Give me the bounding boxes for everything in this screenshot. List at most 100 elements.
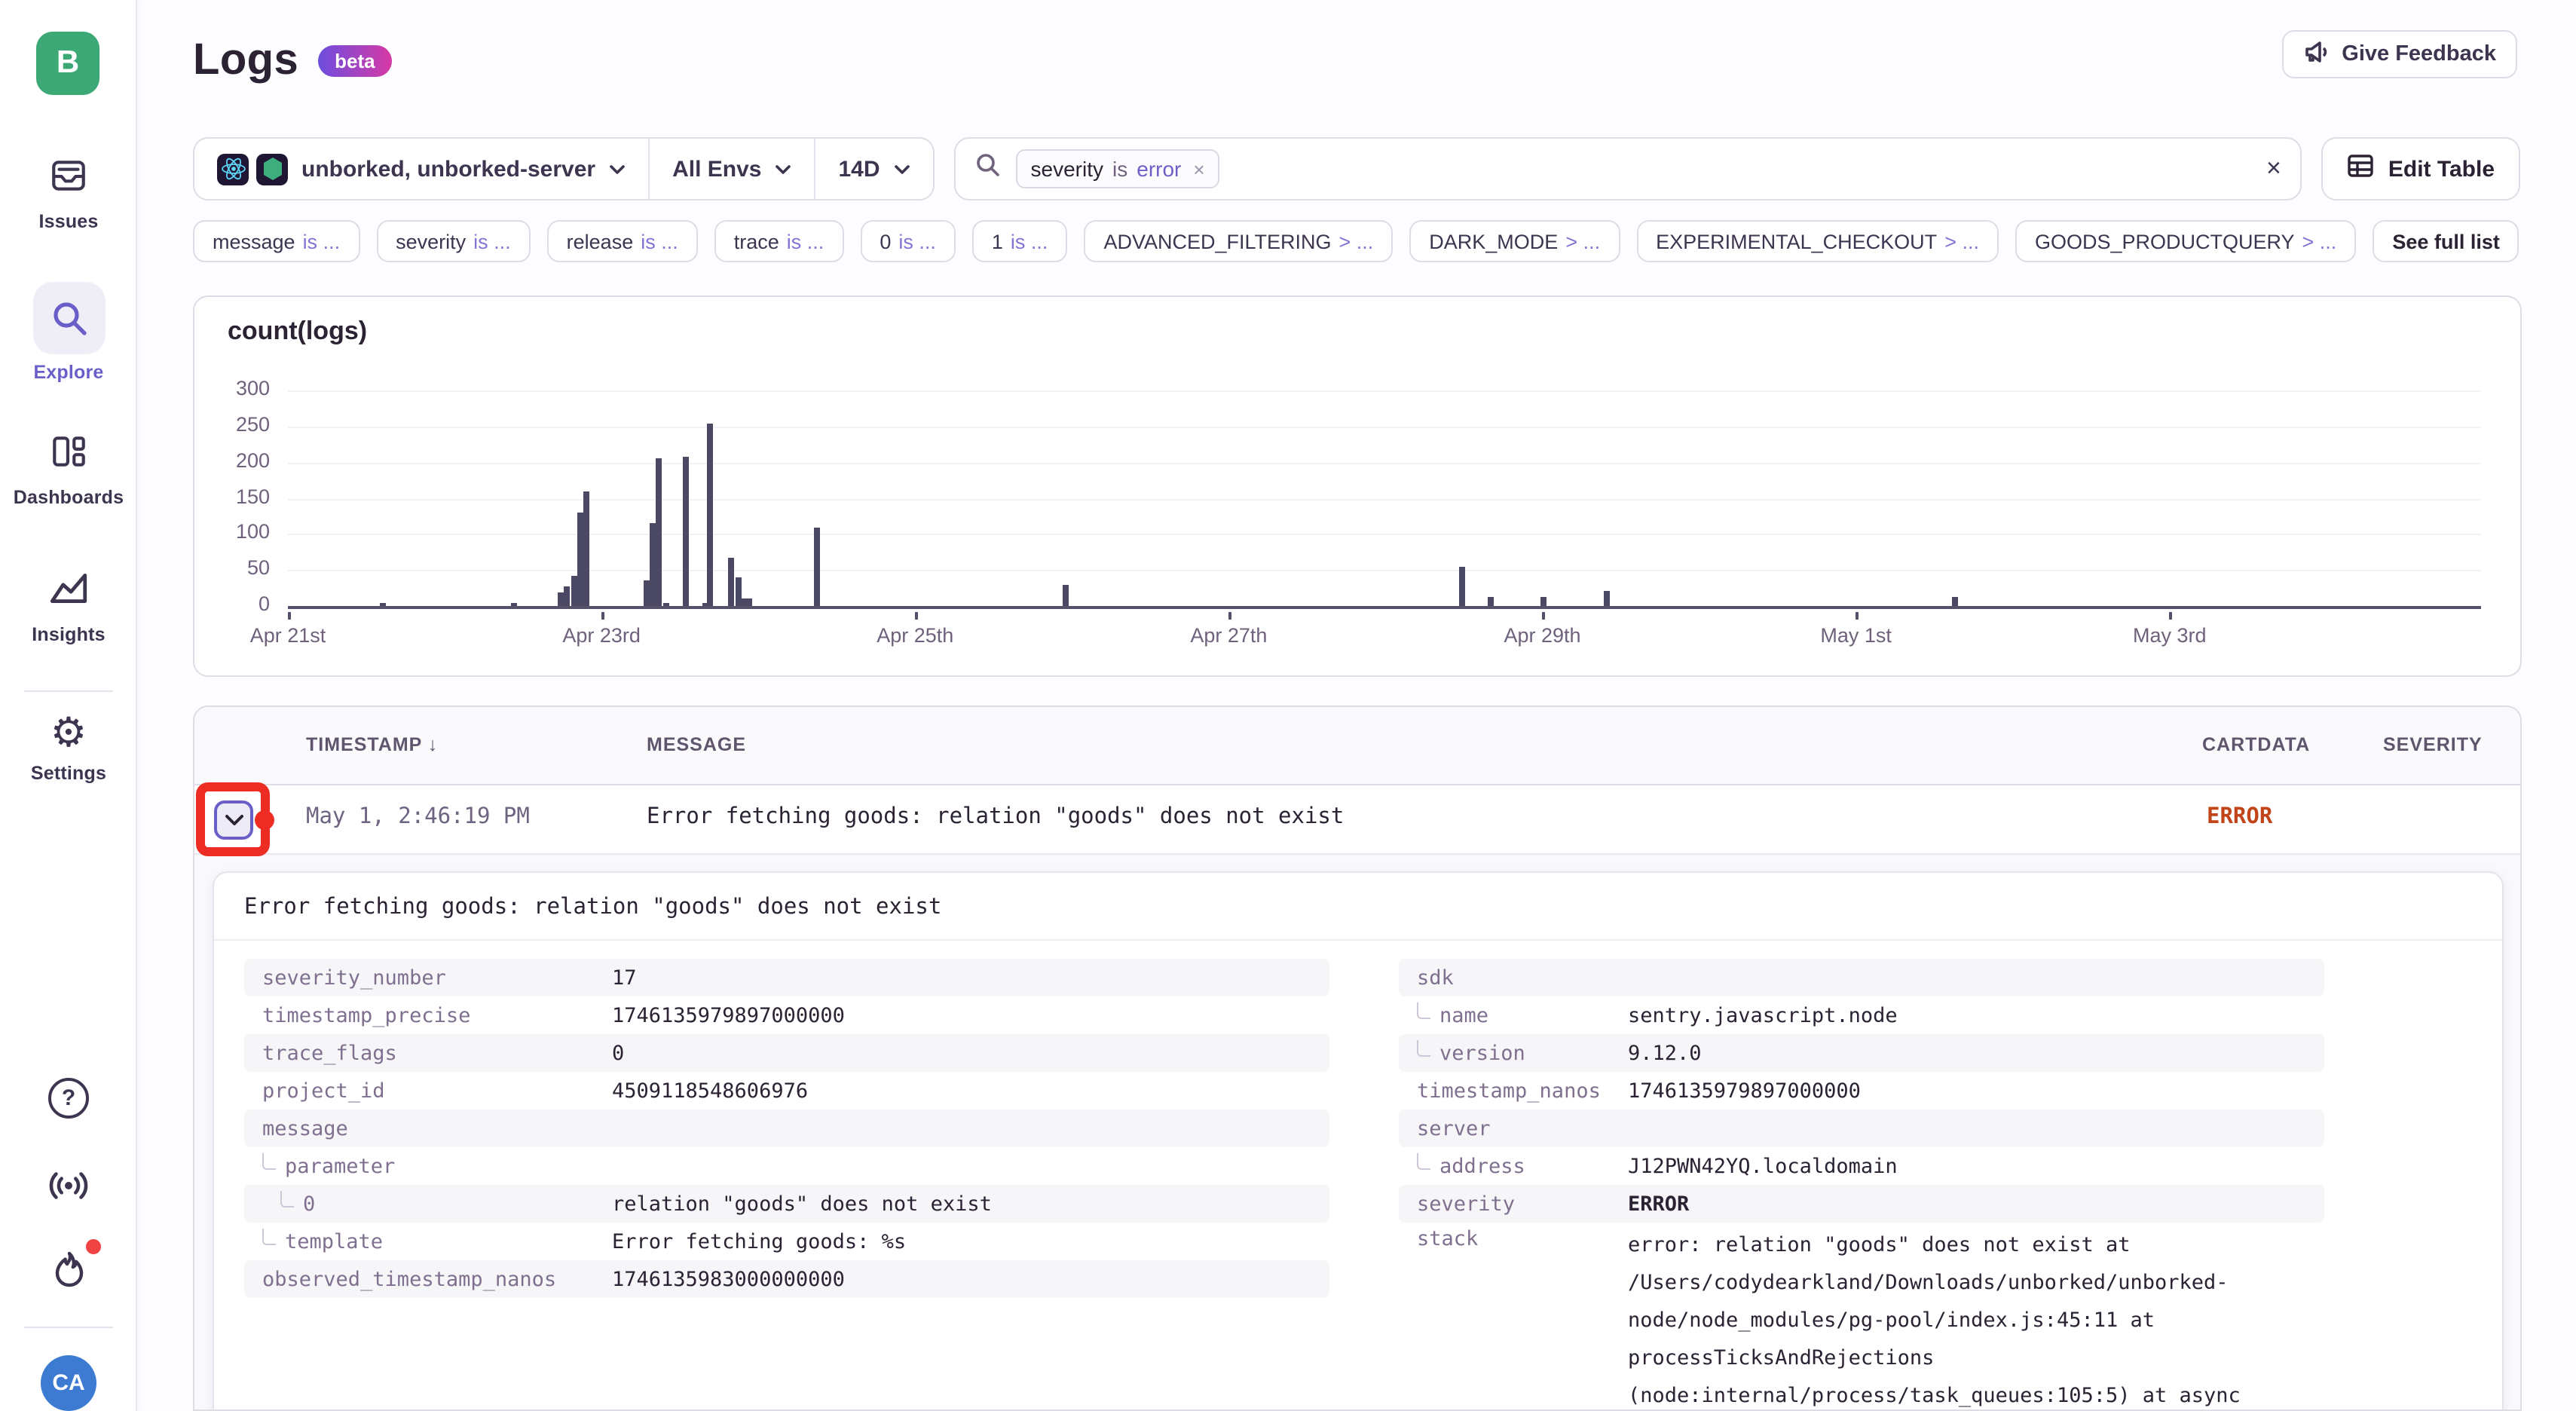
log-row[interactable]: May 1, 2:46:19 PM Error fetching goods: …: [194, 785, 2520, 855]
filter-chip[interactable]: GOODS_PRODUCTQUERY> ...: [2015, 220, 2356, 262]
sidebar-help-button[interactable]: ?: [0, 1078, 137, 1119]
detail-row: templateError fetching goods: %s: [244, 1223, 1329, 1260]
sidebar-item-issues[interactable]: Issues: [0, 155, 137, 232]
search-clear-icon[interactable]: ×: [2266, 154, 2281, 184]
chart-x-tick: [288, 612, 291, 620]
table-header: TIMESTAMP ↓ MESSAGE CARTDATA SEVERITY: [194, 707, 2520, 785]
gear-icon: ⚙: [50, 713, 87, 755]
chart-bar: [571, 576, 577, 606]
chart-y-tick-label: 300: [194, 377, 270, 399]
whats-new-icon: [47, 1248, 90, 1301]
tree-connector-icon: [262, 1229, 276, 1245]
detail-row: severity_number17: [244, 959, 1329, 996]
expand-row-button[interactable]: [214, 800, 253, 840]
sidebar-item-explore[interactable]: Explore: [0, 282, 137, 383]
tree-connector-icon: [262, 1153, 276, 1170]
project-selector[interactable]: unborked, unborked-server: [194, 139, 648, 199]
search-input[interactable]: severity is error × ×: [954, 137, 2302, 200]
detail-value: sentry.javascript.node: [1628, 1003, 1898, 1027]
see-full-list-button[interactable]: See full list: [2373, 220, 2519, 262]
filter-chip[interactable]: releaseis ...: [547, 220, 698, 262]
filter-chip[interactable]: severityis ...: [376, 220, 531, 262]
token-key: severity: [1031, 157, 1103, 181]
filter-chip-operator: is ...: [641, 230, 678, 253]
search-icon: [32, 282, 105, 354]
give-feedback-button[interactable]: Give Feedback: [2281, 30, 2517, 78]
filter-chip-name: 0: [880, 230, 891, 253]
filter-chip-operator: is ...: [1011, 230, 1048, 253]
detail-key: project_id: [262, 1079, 612, 1103]
chart-bar: [380, 603, 386, 606]
chart-bar: [739, 598, 745, 606]
date-range-value: 14D: [838, 156, 880, 182]
filter-chip-operator: is ...: [303, 230, 341, 253]
chart-x-tick-label: Apr 27th: [1190, 624, 1267, 647]
chart-bar: [814, 527, 820, 606]
sidebar-item-dashboards[interactable]: Dashboards: [0, 431, 137, 508]
org-logo[interactable]: B: [36, 32, 99, 95]
filter-chip[interactable]: messageis ...: [193, 220, 359, 262]
detail-row: parameter: [244, 1147, 1329, 1185]
chart-x-tick-label: Apr 21st: [250, 624, 326, 647]
filter-chip[interactable]: ADVANCED_FILTERING > ...: [1084, 220, 1393, 262]
column-header-severity[interactable]: SEVERITY: [2383, 734, 2483, 755]
column-header-cartdata[interactable]: CARTDATA: [2202, 734, 2310, 755]
detail-key-label: trace_flags: [262, 1041, 397, 1065]
react-project-icon: [217, 153, 249, 185]
detail-value: ERROR: [1628, 1192, 1689, 1216]
chart-bar: [729, 557, 735, 606]
filter-chip-name: severity: [396, 230, 466, 253]
filter-chip-name: trace: [734, 230, 779, 253]
sidebar-item-label: Explore: [33, 362, 103, 383]
detail-row: addressJ12PWN42YQ.localdomain: [1399, 1147, 2324, 1185]
filter-chip[interactable]: trace is ...: [714, 220, 844, 262]
detail-key: message: [262, 1116, 612, 1140]
chart-bar: [663, 602, 669, 606]
page-title: Logs: [193, 36, 298, 86]
user-avatar[interactable]: CA: [41, 1355, 96, 1411]
search-filter-token[interactable]: severity is error ×: [1016, 149, 1220, 188]
filter-chip-name: DARK_MODE: [1429, 230, 1558, 253]
filter-chip[interactable]: EXPERIMENTAL_CHECKOUT> ...: [1636, 220, 1999, 262]
filter-chip[interactable]: DARK_MODE> ...: [1409, 220, 1620, 262]
detail-key: trace_flags: [262, 1041, 612, 1065]
logs-page: B Issues Explore Dashboards: [0, 0, 2576, 1411]
sidebar-item-settings[interactable]: ⚙ Settings: [0, 713, 137, 784]
sidebar-broadcast-button[interactable]: [0, 1165, 137, 1214]
sidebar-whats-new-button[interactable]: [0, 1248, 137, 1301]
detail-key: stack: [1417, 1223, 1628, 1251]
notification-dot: [85, 1239, 100, 1254]
filter-chip-operator: > ...: [1339, 230, 1374, 253]
filter-chip-operator: is ...: [898, 230, 936, 253]
detail-key: sdk: [1417, 966, 1628, 990]
tree-connector-icon: [1417, 1153, 1430, 1170]
chart-bar: [650, 523, 656, 606]
date-range-selector[interactable]: 14D: [814, 139, 932, 199]
detail-key-label: observed_timestamp_nanos: [262, 1267, 556, 1291]
filter-chip-operator: is ...: [787, 230, 825, 253]
chart-x-tick-label: May 3rd: [2133, 624, 2207, 647]
environment-selector[interactable]: All Envs: [648, 139, 814, 199]
filter-chip[interactable]: 1is ...: [972, 220, 1068, 262]
filter-chip-name: GOODS_PRODUCTQUERY: [2035, 230, 2295, 253]
sidebar-item-label: Issues: [38, 211, 98, 232]
column-header-timestamp[interactable]: TIMESTAMP ↓: [306, 734, 438, 755]
detail-key-label: timestamp_precise: [262, 1003, 470, 1027]
give-feedback-label: Give Feedback: [2342, 42, 2496, 66]
token-remove-icon[interactable]: ×: [1193, 158, 1204, 180]
chart-plot-area: [288, 390, 2481, 606]
chevron-down-icon: [224, 814, 243, 826]
detail-row: message: [244, 1110, 1329, 1147]
chart-bar: [584, 491, 590, 606]
megaphone-icon: [2302, 38, 2330, 71]
detail-fields-right: sdknamesentry.javascript.nodeversion9.12…: [1399, 959, 2324, 1411]
detail-row: version9.12.0: [1399, 1034, 2324, 1072]
edit-table-button[interactable]: Edit Table: [2322, 137, 2520, 200]
filter-chip-name: ADVANCED_FILTERING: [1103, 230, 1331, 253]
column-header-message[interactable]: MESSAGE: [647, 734, 746, 755]
detail-key-label: message: [262, 1116, 348, 1140]
sidebar-item-insights[interactable]: Insights: [0, 568, 137, 645]
sidebar-item-label: Dashboards: [14, 487, 124, 508]
filter-chip[interactable]: 0 is ...: [860, 220, 956, 262]
filter-chip-name: EXPERIMENTAL_CHECKOUT: [1656, 230, 1937, 253]
